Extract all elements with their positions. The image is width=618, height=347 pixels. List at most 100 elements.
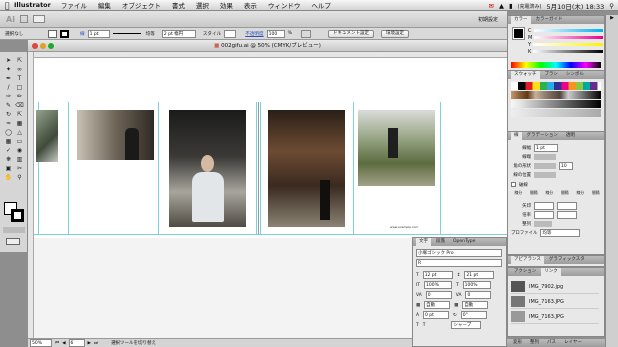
kerning-field[interactable]: 0 (425, 291, 452, 299)
profile-select[interactable]: 均等 (540, 228, 581, 237)
pencil-tool-icon[interactable]: ✏ (14, 92, 25, 101)
photo-street-people[interactable] (77, 110, 154, 160)
slider-y[interactable] (533, 43, 603, 46)
miter-limit-input[interactable]: 10 (559, 161, 573, 170)
shape-builder-tool-icon[interactable]: ◯ (3, 128, 14, 137)
tab-color[interactable]: カラー (511, 16, 531, 24)
first-page-icon[interactable]: ⏮ (55, 340, 59, 346)
drawing-mode-icons[interactable] (3, 227, 25, 233)
gap-field[interactable]: 間隔 (558, 190, 573, 201)
tab-symbols[interactable]: シンボル (563, 71, 587, 79)
link-item[interactable]: IMG_7902.jpg (511, 280, 599, 294)
menu-help[interactable]: ヘルプ (311, 0, 331, 10)
stroke-swatch[interactable] (60, 29, 69, 38)
last-page-icon[interactable]: ⏭ (94, 340, 98, 346)
zoom-field[interactable]: 50% (30, 339, 52, 347)
stroke-color-box[interactable] (11, 209, 24, 222)
arrange-icon[interactable] (32, 15, 45, 23)
gap-field[interactable]: 間隔 (589, 190, 604, 201)
blend-tool-icon[interactable]: ◉ (14, 146, 25, 155)
eyedropper-tool-icon[interactable]: ✓ (3, 146, 14, 155)
hand-tool-icon[interactable]: ✋ (3, 173, 14, 182)
font-family-select[interactable]: 小塚ゴシック Pro (416, 249, 502, 257)
workspace-switcher[interactable]: 初期設定 (478, 16, 498, 23)
arrow-align-buttons[interactable] (534, 220, 552, 227)
vertical-scale-field[interactable]: 100% (423, 281, 452, 289)
color-fill-swatch[interactable] (512, 27, 525, 40)
tab-actions[interactable]: アクション (511, 268, 539, 276)
tab-paragraph[interactable]: 段落 (433, 238, 448, 246)
guide-line[interactable] (440, 102, 441, 234)
mesh-tool-icon[interactable]: ▦ (3, 137, 14, 146)
minimize-window-button[interactable] (40, 43, 46, 49)
app-menu[interactable]: Illustrator (14, 1, 51, 9)
arrowhead-start-select[interactable] (534, 201, 554, 210)
rectangle-tool-icon[interactable]: □ (14, 83, 25, 92)
direct-selection-tool-icon[interactable]: ⇱ (14, 56, 25, 65)
photo-buildings[interactable] (36, 110, 58, 162)
stroke-weight-field[interactable]: 1 pt (87, 29, 110, 38)
corner-buttons[interactable] (534, 162, 556, 169)
font-size-field[interactable]: 12 pt (422, 271, 453, 279)
font-style-select[interactable]: R (416, 259, 502, 267)
guide-line[interactable] (158, 102, 159, 234)
align-stroke-buttons[interactable] (534, 171, 556, 178)
tab-links[interactable]: リンク (541, 268, 561, 276)
selection-tool-icon[interactable]: ➤ (3, 56, 14, 65)
menu-effect[interactable]: 効果 (220, 0, 233, 10)
bridge-icon[interactable] (19, 15, 28, 23)
color-spectrum-bar[interactable] (511, 62, 601, 68)
artboard-tool-icon[interactable]: ▣ (3, 164, 14, 173)
apple-icon[interactable]:  (0, 1, 14, 10)
tab-color-guide[interactable]: カラーガイド (533, 16, 566, 24)
guide-line[interactable] (353, 102, 354, 234)
tab-transform[interactable]: 変形 (510, 339, 525, 347)
tab-align[interactable]: 整列 (527, 339, 542, 347)
menu-edit[interactable]: 編集 (98, 0, 111, 10)
mail-icon[interactable]: ✉ (489, 2, 494, 10)
fill-swatch[interactable] (48, 29, 57, 38)
page-field[interactable]: 6 (68, 339, 85, 347)
photo-girl-portrait[interactable] (169, 110, 246, 227)
arrow-scale-end[interactable] (557, 210, 577, 219)
horizontal-scale-field[interactable]: 100% (462, 281, 491, 289)
stroke-weight-input[interactable]: 1 pt (534, 143, 558, 152)
slider-k[interactable] (533, 50, 603, 53)
tsume-field[interactable]: 自動 (424, 301, 451, 309)
lasso-tool-icon[interactable]: ∞ (14, 65, 25, 74)
cap-buttons[interactable] (534, 153, 556, 160)
brush-field[interactable]: 2 pt 楕円 (161, 29, 196, 38)
menu-window[interactable]: ウィンドウ (268, 0, 301, 10)
pen-tool-icon[interactable]: ✒ (3, 74, 14, 83)
photo-cyclist[interactable] (358, 110, 435, 186)
collapse-panels-icon[interactable]: ▶ (606, 15, 618, 21)
slice-tool-icon[interactable]: ✂ (14, 164, 25, 173)
baseline-shift-field[interactable]: 0 pt (423, 311, 450, 319)
guide-line[interactable] (68, 102, 69, 234)
tab-appearance[interactable]: アピアランス (511, 256, 544, 264)
warp-tool-icon[interactable]: ≈ (3, 119, 14, 128)
wifi-icon[interactable]: ▲ (499, 2, 504, 10)
magic-wand-tool-icon[interactable]: ✦ (3, 65, 14, 74)
guide-line[interactable] (260, 102, 261, 234)
menu-view[interactable]: 表示 (244, 0, 257, 10)
opacity-label[interactable]: 不透明度 (245, 31, 263, 37)
preferences-button[interactable]: 環境設定 (380, 29, 409, 38)
eraser-tool-icon[interactable]: ⌫ (14, 101, 25, 110)
menu-object[interactable]: オブジェクト (122, 0, 161, 10)
menu-select[interactable]: 選択 (196, 0, 209, 10)
guide-line[interactable] (256, 102, 257, 234)
tab-opentype[interactable]: OpenType (450, 238, 478, 246)
style-label[interactable]: スタイル (203, 31, 221, 37)
blob-brush-tool-icon[interactable]: ✎ (3, 101, 14, 110)
horizontal-ruler[interactable] (28, 52, 507, 58)
opacity-field[interactable]: 100 (266, 29, 285, 38)
slider-c[interactable] (533, 29, 603, 32)
menu-file[interactable]: ファイル (61, 0, 87, 10)
rotate-tool-icon[interactable]: ↻ (3, 110, 14, 119)
swatch-grid[interactable] (511, 82, 601, 122)
gradient-tool-icon[interactable]: ▭ (14, 137, 25, 146)
symbol-sprayer-tool-icon[interactable]: ❋ (3, 155, 14, 164)
tab-brushes[interactable]: ブラシ (542, 71, 561, 79)
graph-tool-icon[interactable]: ▥ (14, 155, 25, 164)
